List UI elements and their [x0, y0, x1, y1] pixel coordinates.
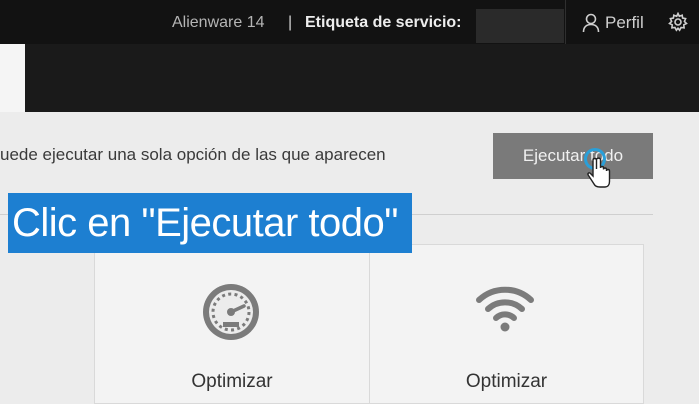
card-label: Optimizar: [465, 371, 548, 392]
hand-cursor-icon: [584, 148, 611, 188]
top-bar: Alienware 14 | Etiqueta de servicio: Per…: [0, 0, 699, 44]
gear-icon[interactable]: [668, 12, 688, 32]
card-label: Optimizar: [191, 371, 273, 392]
model-name: Alienware 14: [172, 14, 265, 31]
profile-label: Perfil: [605, 13, 644, 32]
header-divider: [565, 0, 566, 44]
service-tag-label: Etiqueta de servicio:: [305, 14, 462, 31]
instruction-text: uede ejecutar una sola opción de las que…: [0, 145, 386, 164]
optimize-performance-card[interactable]: Optimizar: [94, 244, 370, 404]
banner-edge: [0, 44, 25, 112]
wifi-icon: [476, 286, 534, 332]
profile-button[interactable]: Perfil: [582, 11, 644, 35]
optimize-network-card[interactable]: Optimizar: [369, 244, 644, 404]
user-icon: [582, 13, 600, 33]
speedometer-icon: [203, 284, 259, 340]
dark-banner: [25, 44, 699, 112]
run-all-button[interactable]: Ejecutar todo: [493, 133, 653, 179]
tutorial-caption: Clic en "Ejecutar todo": [8, 193, 412, 253]
service-tag-value: [476, 9, 564, 43]
header-separator: |: [288, 14, 293, 31]
